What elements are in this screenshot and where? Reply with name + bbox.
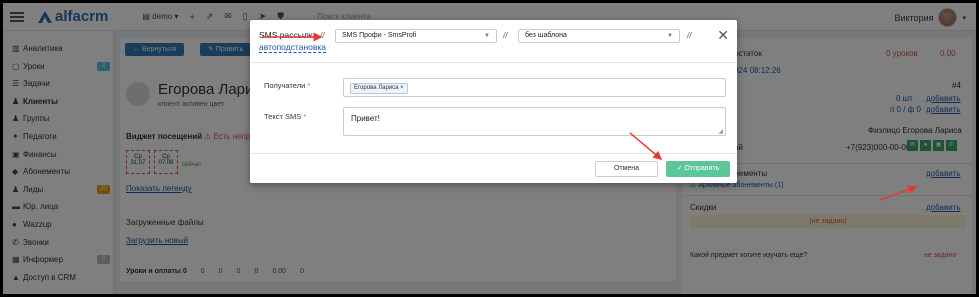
modal-footer: Отмена ✓ Отправить xyxy=(250,153,737,183)
chevron-down-icon: ▼ xyxy=(484,33,490,39)
sms-text-label-text: Текст SMS xyxy=(264,112,302,121)
autosubstitution-link[interactable]: автоподстановка xyxy=(259,42,327,53)
recipient-tag[interactable]: Егорова Лариса × xyxy=(350,83,408,94)
app-window: alfacrm ▤ demo ▾ + ⇗ ✉ ▯ ➤ ⛊ Поиск клиен… xyxy=(3,3,976,294)
chevron-down-icon: ▼ xyxy=(667,33,673,39)
provider-value: SMS Профи - SmsProfi xyxy=(342,32,417,39)
recipients-label: Получатели * xyxy=(264,81,310,90)
separator: // xyxy=(503,31,508,40)
resize-handle-icon[interactable]: ◢ xyxy=(718,128,723,135)
close-icon[interactable]: ✕ xyxy=(717,28,729,42)
required-mark: * xyxy=(307,81,311,90)
send-button[interactable]: ✓ Отправить xyxy=(666,161,730,177)
sms-text-field[interactable]: Привет! ◢ xyxy=(343,107,726,136)
sms-modal: SMS рассылка // автоподстановка SMS Проф… xyxy=(250,20,737,183)
separator: // xyxy=(320,31,325,40)
template-value: без шаблона xyxy=(525,32,567,39)
recipients-field[interactable]: Егорова Лариса × xyxy=(343,78,726,97)
separator: // xyxy=(687,31,692,40)
modal-title: SMS рассылка xyxy=(259,30,318,40)
provider-select[interactable]: SMS Профи - SmsProfi ▼ xyxy=(335,29,497,43)
sms-text-label: Текст SMS * xyxy=(264,112,306,121)
required-mark: * xyxy=(303,112,307,121)
template-select[interactable]: без шаблона ▼ xyxy=(518,29,680,43)
recipients-label-text: Получатели xyxy=(264,81,306,90)
cancel-button[interactable]: Отмена xyxy=(595,161,658,177)
sms-text-value: Привет! xyxy=(351,114,380,123)
modal-header: SMS рассылка // автоподстановка SMS Проф… xyxy=(250,20,737,63)
